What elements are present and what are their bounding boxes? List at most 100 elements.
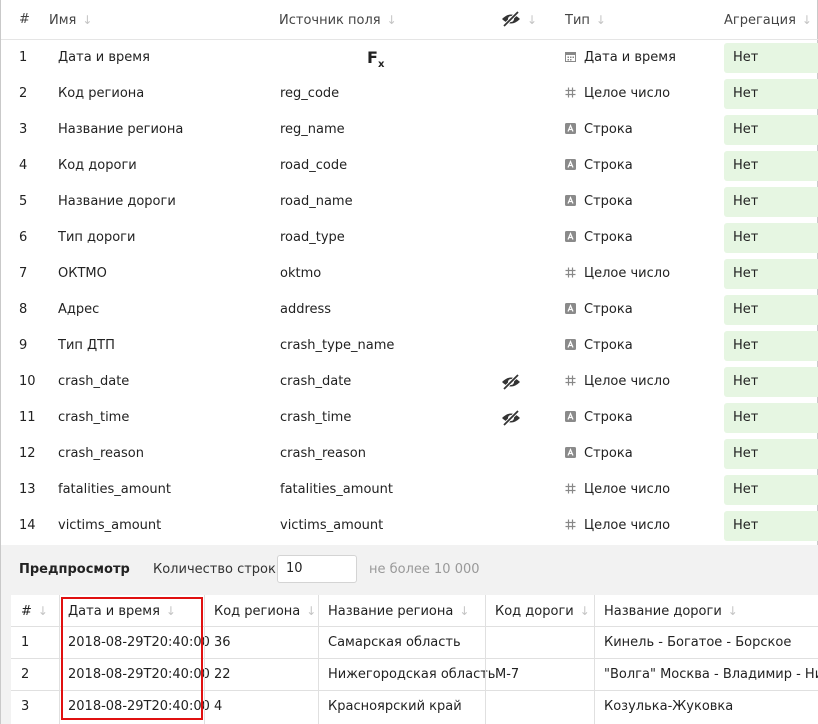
field-type[interactable]: Строка (565, 220, 633, 256)
field-type[interactable]: Целое число (565, 256, 670, 292)
preview-column-road-code[interactable]: Код дороги ↓ (495, 595, 590, 627)
field-name[interactable]: Название региона (58, 112, 183, 148)
field-name[interactable]: Адрес (58, 292, 99, 328)
field-row[interactable]: 1 Дата и время Fx Дата и время Нет (1, 40, 818, 76)
field-row[interactable]: 2 Код региона reg_code Целое число Нет (1, 76, 818, 112)
field-source[interactable]: reg_code (280, 76, 339, 112)
sort-arrow-icon[interactable]: ↓ (387, 0, 397, 40)
field-source[interactable]: fatalities_amount (280, 472, 393, 508)
field-name[interactable]: crash_reason (58, 436, 144, 472)
field-name[interactable]: crash_date (58, 364, 129, 400)
field-row[interactable]: 7 ОКТМО oktmo Целое число Нет (1, 256, 818, 292)
preview-column-region-name[interactable]: Название региона ↓ (328, 595, 469, 627)
field-row[interactable]: 12 crash_reason crash_reason Строка Нет (1, 436, 818, 472)
field-type[interactable]: Строка (565, 112, 633, 148)
field-source[interactable]: crash_time (280, 400, 351, 436)
field-type[interactable]: Целое число (565, 76, 670, 112)
preview-column-region-code[interactable]: Код региона ↓ (214, 595, 316, 627)
field-name[interactable]: Код дороги (58, 148, 137, 184)
sort-arrow-icon[interactable]: ↓ (459, 595, 469, 627)
sort-arrow-icon[interactable]: ↓ (596, 0, 606, 40)
field-source[interactable]: road_type (280, 220, 345, 256)
column-header-name[interactable]: Имя ↓ (49, 0, 92, 40)
sort-arrow-icon[interactable]: ↓ (82, 0, 92, 40)
field-row[interactable]: 3 Название региона reg_name Строка Нет (1, 112, 818, 148)
field-aggregation[interactable]: Нет (724, 223, 818, 253)
field-source[interactable]: crash_date (280, 364, 351, 400)
field-aggregation[interactable]: Нет (724, 331, 818, 361)
field-type[interactable]: Целое число (565, 508, 670, 544)
formula-icon[interactable]: Fx (367, 40, 384, 76)
field-row[interactable]: 8 Адрес address Строка Нет (1, 292, 818, 328)
fields-table-header: # Имя ↓ Источник поля ↓ ↓ Тип ↓ Агрегация ↓ (1, 0, 818, 40)
column-divider (318, 595, 319, 724)
field-aggregation[interactable]: Нет (724, 259, 818, 289)
rows-count-input[interactable]: 10 (277, 555, 357, 583)
preview-column-road-name[interactable]: Название дороги ↓ (604, 595, 738, 627)
field-number: 9 (19, 338, 28, 353)
field-type[interactable]: Целое число (565, 472, 670, 508)
field-name[interactable]: fatalities_amount (58, 472, 171, 508)
field-row[interactable]: 13 fatalities_amount fatalities_amount Цело… (1, 472, 818, 508)
field-row[interactable]: 5 Название дороги road_name Строка Нет (1, 184, 818, 220)
column-header-number[interactable]: # (19, 0, 30, 40)
field-source[interactable]: crash_type_name (280, 328, 394, 364)
field-name[interactable]: Название дороги (58, 184, 176, 220)
field-row[interactable]: 6 Тип дороги road_type Строка Нет (1, 220, 818, 256)
column-header-aggregation[interactable]: Агрегация ↓ (724, 0, 812, 40)
sort-arrow-icon[interactable]: ↓ (527, 0, 537, 40)
field-name[interactable]: Тип дороги (58, 220, 135, 256)
field-name[interactable]: ОКТМО (58, 256, 107, 292)
field-source[interactable]: crash_reason (280, 436, 366, 472)
field-row[interactable]: 14 victims_amount victims_amount Целое числ… (1, 508, 818, 544)
field-type-label: Строка (584, 194, 633, 209)
column-header-hidden[interactable]: ↓ (501, 0, 537, 40)
field-type[interactable]: Строка (565, 328, 633, 364)
field-row[interactable]: 4 Код дороги road_code Строка Нет (1, 148, 818, 184)
sort-arrow-icon[interactable]: ↓ (728, 595, 738, 627)
field-source[interactable]: road_name (280, 184, 353, 220)
field-aggregation[interactable]: Нет (724, 511, 818, 541)
eye-slash-icon[interactable] (501, 409, 521, 427)
field-number: 8 (19, 302, 28, 317)
field-type[interactable]: Строка (565, 436, 633, 472)
sort-arrow-icon[interactable]: ↓ (38, 595, 48, 627)
field-row[interactable]: 9 Тип ДТП crash_type_name Строка Нет (1, 328, 818, 364)
field-source[interactable]: reg_name (280, 112, 345, 148)
field-type[interactable]: Строка (565, 184, 633, 220)
field-aggregation[interactable]: Нет (724, 43, 818, 73)
field-name[interactable]: crash_time (58, 400, 129, 436)
field-type[interactable]: Строка (565, 400, 633, 436)
field-source[interactable]: victims_amount (280, 508, 383, 544)
field-type[interactable]: Строка (565, 292, 633, 328)
field-source[interactable]: oktmo (280, 256, 321, 292)
field-name[interactable]: victims_amount (58, 508, 161, 544)
field-aggregation[interactable]: Нет (724, 475, 818, 505)
field-aggregation[interactable]: Нет (724, 403, 818, 433)
dataset-fields-panel: # Имя ↓ Источник поля ↓ ↓ Тип ↓ Агрегация ↓ … (0, 0, 818, 724)
field-name[interactable]: Код региона (58, 76, 144, 112)
preview-column-number[interactable]: # ↓ (21, 595, 48, 627)
sort-arrow-icon[interactable]: ↓ (802, 0, 812, 40)
eye-slash-icon[interactable] (501, 373, 521, 391)
sort-arrow-icon[interactable]: ↓ (306, 595, 316, 627)
field-aggregation[interactable]: Нет (724, 367, 818, 397)
field-type[interactable]: Дата и время (565, 40, 676, 76)
sort-arrow-icon[interactable]: ↓ (580, 595, 590, 627)
field-name[interactable]: Дата и время (58, 40, 150, 76)
column-header-source[interactable]: Источник поля ↓ (279, 0, 397, 40)
field-type[interactable]: Строка (565, 148, 633, 184)
field-source[interactable]: address (280, 292, 331, 328)
field-name[interactable]: Тип ДТП (58, 328, 115, 364)
field-aggregation[interactable]: Нет (724, 115, 818, 145)
column-header-type[interactable]: Тип ↓ (565, 0, 606, 40)
field-aggregation[interactable]: Нет (724, 187, 818, 217)
field-aggregation[interactable]: Нет (724, 295, 818, 325)
field-aggregation[interactable]: Нет (724, 79, 818, 109)
field-aggregation[interactable]: Нет (724, 439, 818, 469)
field-row[interactable]: 10 crash_date crash_date Целое число Нет (1, 364, 818, 400)
field-source[interactable]: road_code (280, 148, 347, 184)
field-type[interactable]: Целое число (565, 364, 670, 400)
field-row[interactable]: 11 crash_time crash_time Строка Нет (1, 400, 818, 436)
field-aggregation[interactable]: Нет (724, 151, 818, 181)
